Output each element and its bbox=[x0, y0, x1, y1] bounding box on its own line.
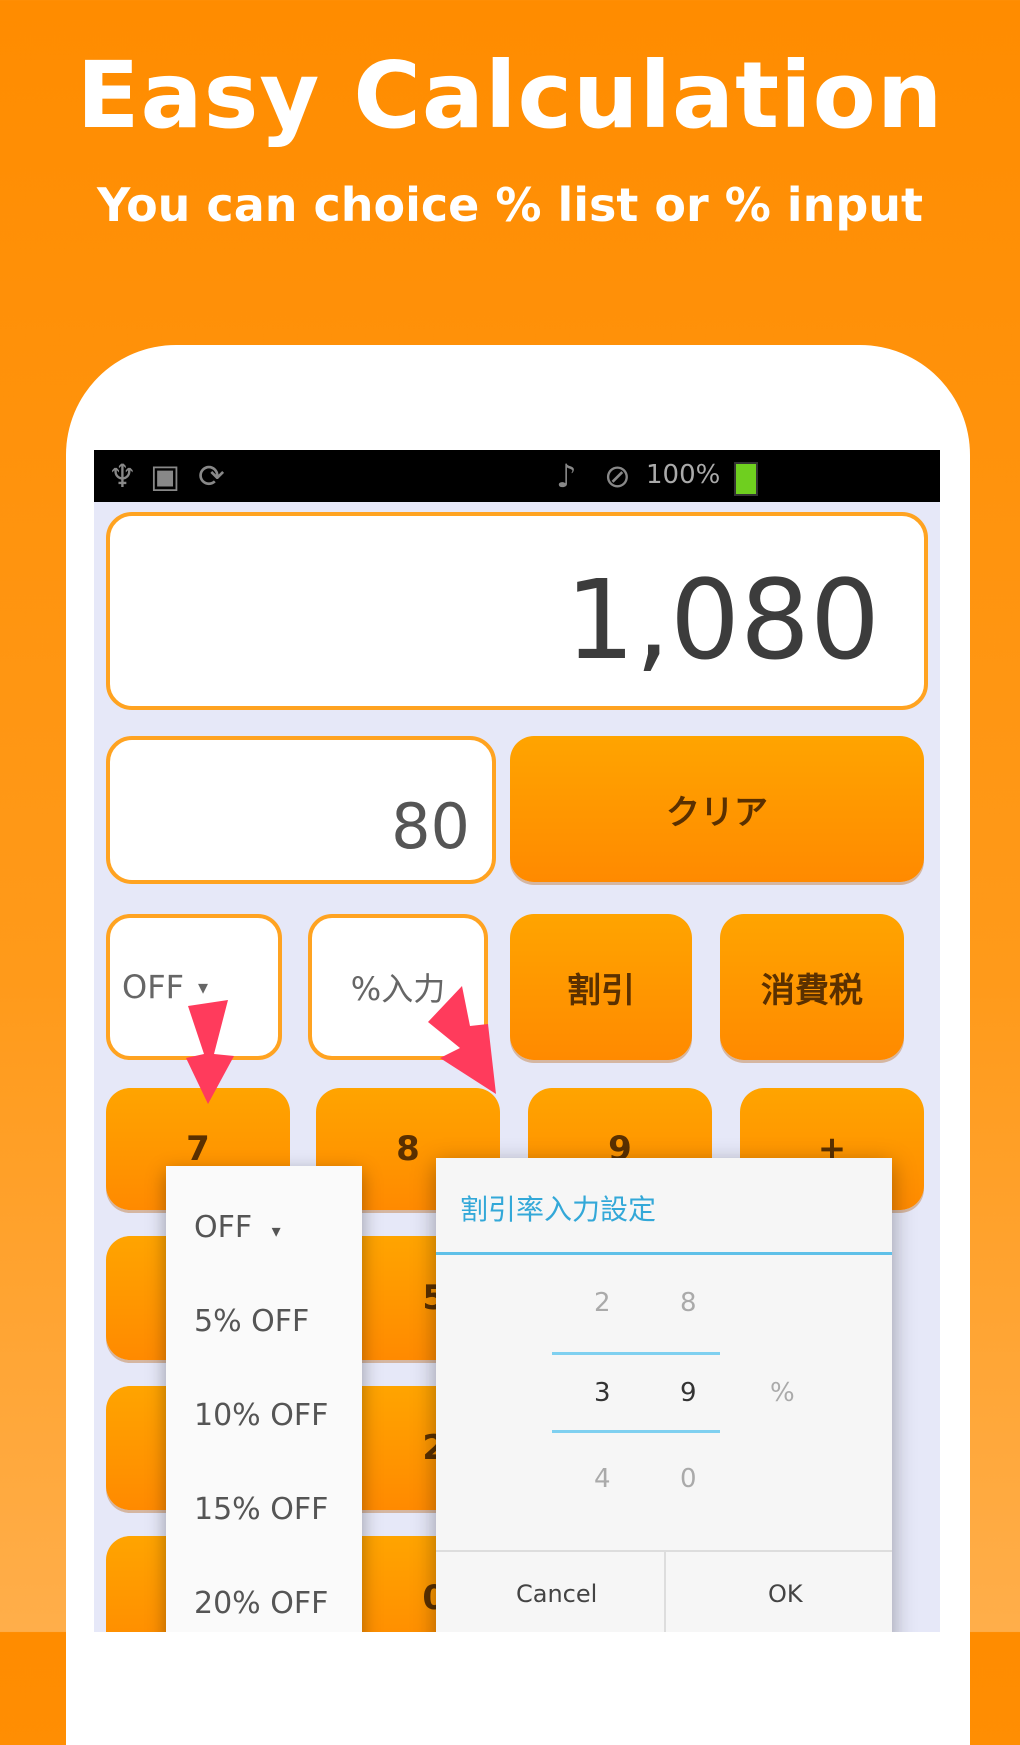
display-value: 1,080 bbox=[565, 556, 880, 684]
sync-icon: ⟳ bbox=[198, 457, 225, 495]
dropdown-caret-icon: ▾ bbox=[198, 975, 209, 999]
clear-button[interactable]: クリア bbox=[510, 736, 924, 882]
picker-ones-next[interactable]: 0 bbox=[680, 1464, 697, 1494]
discount-button[interactable]: 割引 bbox=[510, 914, 692, 1060]
arrow-to-dialog-icon bbox=[428, 986, 496, 1094]
picker-bottom-line bbox=[552, 1430, 720, 1433]
percent-select-value: OFF bbox=[122, 968, 184, 1006]
dialog-title-divider bbox=[436, 1252, 892, 1255]
dropdown-caret-icon: ▾ bbox=[271, 1221, 281, 1242]
dropdown-item[interactable]: 20% OFF bbox=[194, 1586, 328, 1621]
picker-ones-prev[interactable]: 8 bbox=[680, 1288, 697, 1318]
dropdown-item[interactable]: OFF ▾ bbox=[194, 1210, 281, 1245]
picker-tens-next[interactable]: 4 bbox=[594, 1464, 611, 1494]
dropdown-item-label: OFF bbox=[194, 1210, 253, 1245]
dropdown-item[interactable]: 10% OFF bbox=[194, 1398, 328, 1433]
dialog-button-divider bbox=[664, 1552, 666, 1632]
picker-top-line bbox=[552, 1352, 720, 1355]
tax-button[interactable]: 消費税 bbox=[720, 914, 904, 1060]
alarm-icon: ⊘ bbox=[604, 457, 631, 495]
cancel-button[interactable]: Cancel bbox=[516, 1580, 597, 1608]
picker-tens-prev[interactable]: 2 bbox=[594, 1288, 611, 1318]
percent-dropdown-list: OFF ▾ 5% OFF 10% OFF 15% OFF 20% OFF bbox=[166, 1166, 362, 1632]
hero-title: Easy Calculation bbox=[76, 42, 944, 149]
mute-icon: ♪ bbox=[556, 457, 577, 495]
number-input[interactable]: 80 bbox=[106, 736, 496, 884]
input-value: 80 bbox=[391, 790, 470, 863]
dialog-button-bar: Cancel OK bbox=[436, 1550, 892, 1632]
picker-ones-selected[interactable]: 9 bbox=[680, 1378, 697, 1408]
picker-tens-selected[interactable]: 3 bbox=[594, 1378, 611, 1408]
dropdown-item[interactable]: 5% OFF bbox=[194, 1304, 309, 1339]
percent-unit-label: % bbox=[770, 1378, 795, 1408]
status-bar: ♆ ▣ ⟳ ♪ ⊘ 100% bbox=[94, 450, 940, 502]
dropdown-item[interactable]: 15% OFF bbox=[194, 1492, 328, 1527]
arrow-to-dropdown-icon bbox=[186, 1000, 234, 1104]
image-icon: ▣ bbox=[150, 457, 181, 495]
hero-subtitle: You can choice % list or % input bbox=[96, 178, 923, 232]
usb-icon: ♆ bbox=[108, 457, 137, 495]
result-display: 1,080 bbox=[106, 512, 928, 710]
ok-button[interactable]: OK bbox=[768, 1580, 803, 1608]
dialog-title: 割引率入力設定 bbox=[460, 1193, 657, 1226]
battery-text: 100% bbox=[646, 460, 721, 490]
percent-input-dialog: 割引率入力設定 2 8 3 9 % 4 0 Cancel OK bbox=[436, 1158, 892, 1632]
battery-icon bbox=[734, 462, 758, 496]
